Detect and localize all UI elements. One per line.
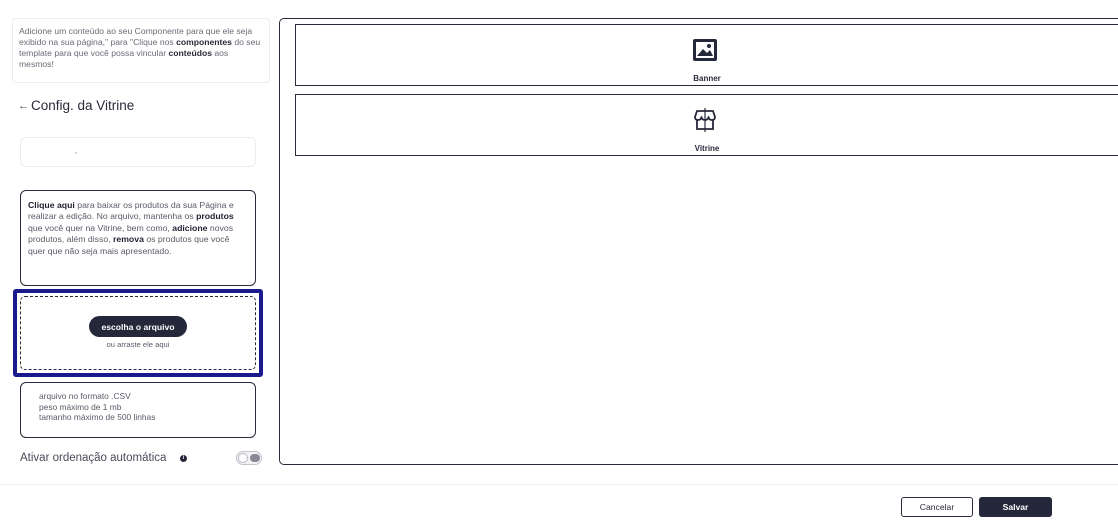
intro-bold-contents: conteúdos	[168, 48, 212, 58]
back-arrow-icon[interactable]: ←	[18, 100, 29, 112]
auto-sort-row: Ativar ordenação automática i	[20, 451, 262, 467]
download-instructions: Clique aqui para baixar os produtos da s…	[20, 190, 256, 286]
file-requirements: arquivo no formato .CSV peso máximo de 1…	[20, 382, 256, 438]
image-icon	[693, 39, 717, 61]
footer-divider	[0, 484, 1118, 485]
component-label-vitrine: Vitrine	[694, 144, 720, 153]
requirement-format: arquivo no formato .CSV	[39, 391, 131, 401]
component-label-banner: Banner	[693, 74, 721, 83]
info-icon[interactable]: i	[180, 455, 187, 462]
storefront-icon	[694, 108, 716, 132]
auto-sort-toggle[interactable]	[236, 451, 262, 465]
intro-help-text: Adicione um conteúdo ao seu Componente p…	[12, 18, 270, 83]
requirement-rows: tamanho máximo de 500 linhas	[39, 412, 156, 423]
input-cursor-dot	[75, 152, 77, 154]
auto-sort-label: Ativar ordenação automática	[20, 452, 167, 464]
toggle-track-fill	[250, 454, 260, 462]
component-banner[interactable]: Banner	[295, 24, 1118, 86]
panel-header: ← Config. da Vitrine	[18, 98, 134, 113]
requirement-size: peso máximo de 1 mb	[39, 401, 122, 412]
info-bold-remove: remova	[113, 234, 144, 245]
info-bold-add: adicione	[172, 222, 208, 233]
toggle-knob	[238, 453, 248, 463]
cancel-button[interactable]: Cancelar	[901, 497, 973, 517]
download-link[interactable]: Clique aqui	[28, 200, 75, 210]
info-bold-products: produtos	[196, 211, 234, 222]
showcase-name-input[interactable]	[20, 137, 256, 167]
save-button[interactable]: Salvar	[979, 497, 1052, 517]
component-vitrine[interactable]: Vitrine	[295, 94, 1118, 156]
choose-file-button[interactable]: escolha o arquivo	[89, 316, 187, 337]
page-title: Config. da Vitrine	[31, 98, 135, 113]
info-text-2: que você quer na Vitrine, bem como,	[28, 222, 173, 233]
intro-bold-components: componentes	[176, 37, 232, 47]
drag-hint: ou arraste ele aqui	[106, 340, 170, 349]
template-preview: Banner Vitrine	[279, 18, 1118, 465]
